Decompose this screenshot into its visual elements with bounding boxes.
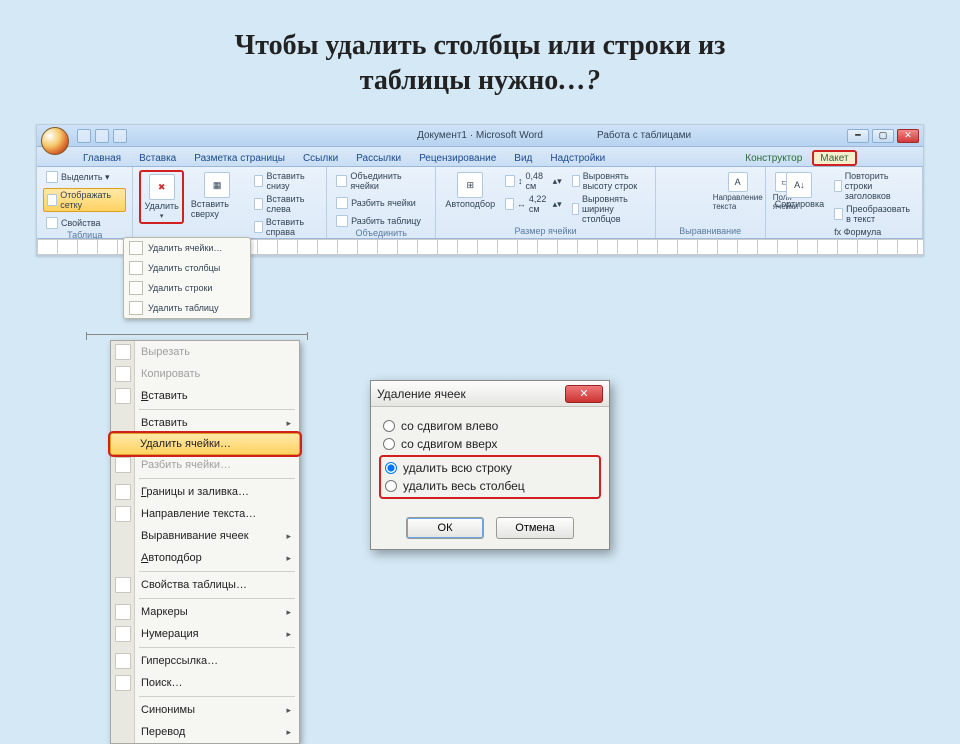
insert-right-button[interactable]: Вставить справа xyxy=(251,216,321,238)
ctx-insert[interactable]: Вставить▸ xyxy=(111,412,299,434)
delete-icon: ✖ xyxy=(149,174,175,200)
ctx-lookup[interactable]: Поиск… xyxy=(111,672,299,694)
tab-page-layout[interactable]: Разметка страницы xyxy=(186,150,293,166)
tab-addins[interactable]: Надстройки xyxy=(542,150,613,166)
insert-above-icon: ▦ xyxy=(204,172,230,198)
titlebar: Документ1 · Microsoft Word Работа с табл… xyxy=(37,125,923,147)
ctx-numbering[interactable]: Нумерация▸ xyxy=(111,623,299,645)
tab-insert[interactable]: Вставка xyxy=(131,150,184,166)
ok-button[interactable]: ОК xyxy=(406,517,484,539)
context-menu: Вырезать Копировать Вставить Вставить▸ У… xyxy=(110,340,300,744)
text-direction-button[interactable]: AНаправление текста xyxy=(710,170,766,213)
autofit-button[interactable]: ⊞Автоподбор xyxy=(442,170,498,211)
cut-icon xyxy=(115,344,131,360)
ctx-text-direction[interactable]: Направление текста… xyxy=(111,503,299,525)
ctx-borders[interactable]: Границы и заливка… xyxy=(111,481,299,503)
ribbon-tabs: Главная Вставка Разметка страницы Ссылки… xyxy=(37,147,923,167)
insert-left-button[interactable]: Вставить слева xyxy=(251,193,321,215)
opt-delete-row[interactable]: удалить всю строку xyxy=(385,459,595,477)
col-width-input[interactable]: ↔4,22 см▴▾ xyxy=(502,193,565,215)
split-table-button[interactable]: Разбить таблицу xyxy=(333,214,424,228)
tab-references[interactable]: Ссылки xyxy=(295,150,346,166)
copy-icon xyxy=(115,366,131,382)
close-button[interactable]: ✕ xyxy=(897,129,919,143)
delete-cells-dialog: Удаление ячеек ✕ со сдвигом влево со сдв… xyxy=(370,380,610,550)
group-label-cell-size: Размер ячейки xyxy=(442,226,648,238)
slide-heading: Чтобы удалить столбцы или строки из табл… xyxy=(0,0,960,98)
contextual-tools-label: Работа с таблицами xyxy=(597,130,691,141)
tab-design[interactable]: Конструктор xyxy=(737,150,810,166)
tab-review[interactable]: Рецензирование xyxy=(411,150,504,166)
tab-view[interactable]: Вид xyxy=(506,150,540,166)
display-grid-button[interactable]: Отображать сетку xyxy=(43,188,126,212)
delete-table-item[interactable]: Удалить таблицу xyxy=(124,298,250,318)
tab-home[interactable]: Главная xyxy=(75,150,129,166)
formula-button[interactable]: fx Формула xyxy=(831,226,916,238)
opt-delete-column[interactable]: удалить весь столбец xyxy=(385,477,595,495)
delete-columns-item[interactable]: Удалить столбцы xyxy=(124,258,250,278)
group-label-alignment: Выравнивание xyxy=(662,226,759,238)
delete-cells-item[interactable]: Удалить ячейки… xyxy=(124,238,250,258)
text-direction-icon: A xyxy=(728,172,748,192)
insert-below-button[interactable]: Вставить снизу xyxy=(251,170,321,192)
opt-shift-left[interactable]: со сдвигом влево xyxy=(383,417,597,435)
repeat-header-button[interactable]: Повторить строки заголовков xyxy=(831,170,916,202)
ctx-table-properties[interactable]: Свойства таблицы… xyxy=(111,574,299,596)
dialog-title: Удаление ячеек xyxy=(377,387,466,401)
delete-button[interactable]: ✖ Удалить▾ xyxy=(139,170,183,224)
ctx-autofit[interactable]: Автоподбор▸ xyxy=(111,547,299,569)
merge-cells-button[interactable]: Объединить ячейки xyxy=(333,170,429,192)
numbering-icon xyxy=(115,626,131,642)
ctx-delete-cells[interactable]: Удалить ячейки… xyxy=(110,433,300,455)
ctx-paste[interactable]: Вставить xyxy=(111,385,299,407)
distribute-rows-button[interactable]: Выровнять высоту строк xyxy=(569,170,649,192)
paste-icon xyxy=(115,388,131,404)
hyperlink-icon xyxy=(115,653,131,669)
bullets-icon xyxy=(115,604,131,620)
opt-shift-up[interactable]: со сдвигом вверх xyxy=(383,435,597,453)
dialog-close-button[interactable]: ✕ xyxy=(565,385,603,403)
window-title: Документ1 · Microsoft Word xyxy=(417,130,543,141)
ctx-hyperlink[interactable]: Гиперссылка… xyxy=(111,650,299,672)
quick-access-toolbar[interactable] xyxy=(77,129,127,143)
delete-rows-item[interactable]: Удалить строки xyxy=(124,278,250,298)
maximize-button[interactable]: ▢ xyxy=(872,129,894,143)
table-props-icon xyxy=(115,577,131,593)
minimize-button[interactable]: ━ xyxy=(847,129,869,143)
cancel-button[interactable]: Отмена xyxy=(496,517,574,539)
tab-layout[interactable]: Макет xyxy=(812,150,856,166)
split-cells-button[interactable]: Разбить ячейки xyxy=(333,196,419,210)
select-button[interactable]: Выделить ▾ xyxy=(43,170,113,184)
ctx-split-cells[interactable]: Разбить ячейки… xyxy=(111,454,299,476)
office-button[interactable] xyxy=(41,127,69,155)
search-icon xyxy=(115,675,131,691)
ctx-translate[interactable]: Перевод▸ xyxy=(111,721,299,743)
insert-above-button[interactable]: ▦ Вставить сверху xyxy=(188,170,247,221)
sort-icon: A↓ xyxy=(786,172,812,198)
distribute-cols-button[interactable]: Выровнять ширину столбцов xyxy=(569,193,649,225)
alignment-grid[interactable] xyxy=(662,170,706,214)
convert-to-text-button[interactable]: Преобразовать в текст xyxy=(831,203,916,225)
word-ribbon-screenshot: Документ1 · Microsoft Word Работа с табл… xyxy=(36,124,924,256)
ctx-cut[interactable]: Вырезать xyxy=(111,341,299,363)
ribbon-body: Выделить ▾ Отображать сетку Свойства Таб… xyxy=(37,167,923,239)
autofit-icon: ⊞ xyxy=(457,172,483,198)
ctx-cell-alignment[interactable]: Выравнивание ячеек▸ xyxy=(111,525,299,547)
ctx-bullets[interactable]: Маркеры▸ xyxy=(111,601,299,623)
sort-button[interactable]: A↓Сортировка xyxy=(772,170,827,211)
ctx-synonyms[interactable]: Синонимы▸ xyxy=(111,699,299,721)
borders-icon xyxy=(115,484,131,500)
dialog-titlebar[interactable]: Удаление ячеек ✕ xyxy=(371,381,609,407)
tab-mailings[interactable]: Рассылки xyxy=(348,150,409,166)
delete-dropdown-menu: Удалить ячейки… Удалить столбцы Удалить … xyxy=(123,237,251,319)
direction-icon xyxy=(115,506,131,522)
ctx-copy[interactable]: Копировать xyxy=(111,363,299,385)
properties-button[interactable]: Свойства xyxy=(43,216,104,230)
row-height-input[interactable]: ↕0,48 см▴▾ xyxy=(502,170,565,192)
